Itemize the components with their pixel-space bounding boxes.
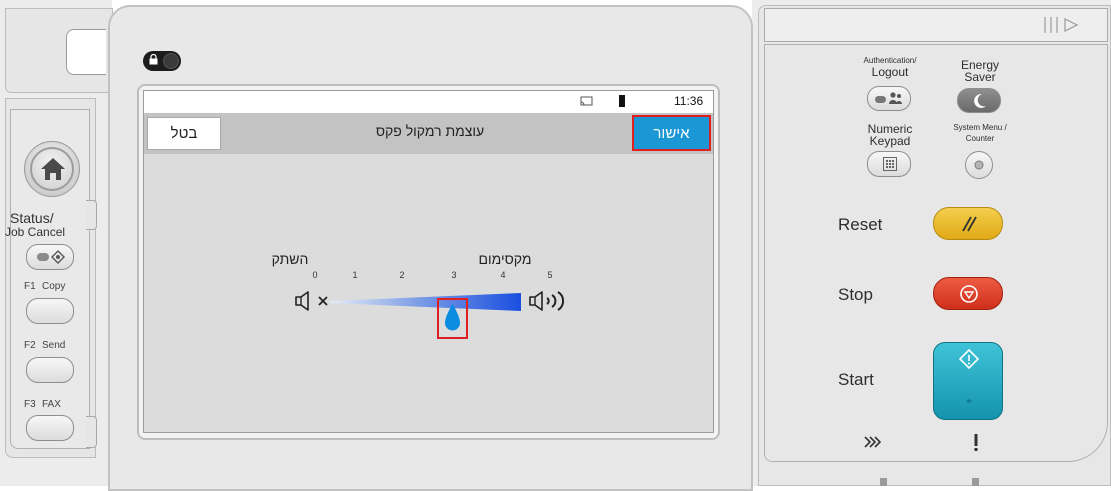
cancel-button[interactable]: בטל [147,117,221,150]
fax-label: FAX [42,399,61,410]
reset-icon [962,216,977,232]
system-menu-label: System Menu / [953,123,1007,132]
reset-label: Reset [838,215,883,234]
max-label: מקסימום [478,251,532,267]
speaker-mute-icon [295,291,328,311]
f2-key-label: F2 [24,340,36,351]
keypad-label: Keypad [869,134,911,148]
right-top-strip [764,8,1108,42]
status-job-cancel-button[interactable] [26,244,74,270]
battery-icon [619,95,625,107]
job-cancel-label: Job Cancel [5,225,66,239]
stop-label: Stop [838,285,873,304]
auth-label: Authentication/ [863,56,917,65]
numeric-keypad-button[interactable] [867,151,911,177]
system-menu-button[interactable] [965,151,993,179]
f3-key-label: F3 [24,399,36,410]
tick-label: 2 [399,270,405,280]
copy-label: Copy [42,281,66,292]
processing-indicator-led [880,478,887,486]
user-icon [875,92,902,104]
ok-button[interactable]: אישור [632,115,711,151]
tick-label: 1 [352,270,358,280]
authentication-logout-button[interactable] [867,86,911,111]
left-tab-bottom [86,416,97,448]
send-button[interactable] [26,357,74,383]
card-slot [66,29,106,75]
moon-icon [974,93,986,108]
start-button[interactable] [933,342,1003,420]
keypad-icon [883,157,897,171]
attention-icon [974,434,978,451]
reset-button[interactable] [933,207,1003,240]
status-bar [144,91,713,113]
start-icon [959,349,979,369]
tick-label: 3 [451,270,457,280]
page-title: עוצמת רמקול פקס [375,123,485,139]
volume-slider-track[interactable] [330,290,522,314]
mute-label: השתק [271,251,309,267]
attention-indicator-led [972,478,979,486]
energy-saver-button[interactable] [957,88,1001,113]
start-label: Start [838,370,874,389]
f1-key-label: F1 [24,281,36,292]
stop-icon [960,285,978,303]
lock-toggle[interactable] [143,51,181,71]
lock-icon [149,53,158,68]
counter-label: Counter [965,134,995,143]
home-icon [41,158,65,180]
droplet-icon[interactable] [442,303,463,335]
send-label: Send [42,340,66,351]
dot-icon [974,160,984,170]
stop-button[interactable] [933,277,1003,310]
saver-label: Saver [964,70,996,84]
speaker-max-icon [529,291,565,311]
status-label: Status/ [10,210,54,226]
copy-button[interactable] [26,298,74,324]
clock-text: 11:36 [674,94,704,108]
cast-icon [580,96,593,106]
tick-label: 5 [547,270,553,280]
processing-icon [864,436,882,448]
logout-label: Logout [871,65,909,79]
status-indicator-icon [37,250,65,264]
tick-label: 0 [312,270,318,280]
tick-label: 4 [500,270,506,280]
home-button[interactable] [24,141,80,197]
indicator-bars-icon [1044,17,1079,33]
fax-button[interactable] [26,415,74,441]
start-led-icon [966,399,972,403]
